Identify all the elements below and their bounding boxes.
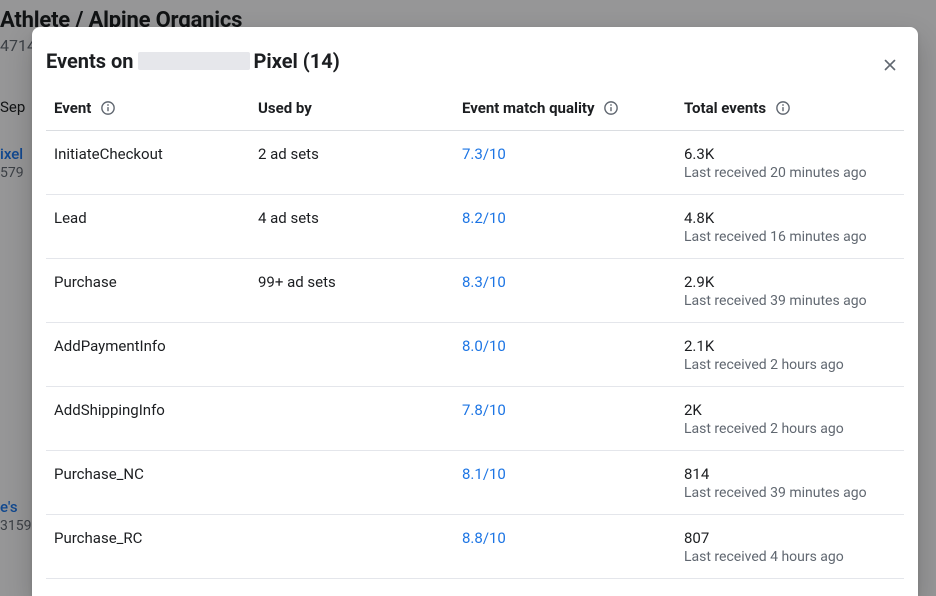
event-name: Purchase_NC — [54, 465, 144, 483]
col-header-emq-label: Event match quality — [462, 99, 595, 117]
col-header-event-label: Event — [54, 99, 91, 117]
total-events-cell: 814 Last received 39 minutes ago — [678, 451, 904, 515]
emq-link[interactable]: 8.1/10 — [462, 465, 506, 483]
used-by-value: 4 ad sets — [258, 209, 319, 227]
events-modal: Events on Pixel (14) Event — [32, 27, 918, 596]
last-received: Last received 20 minutes ago — [684, 165, 898, 181]
modal-title: Events on Pixel (14) — [46, 49, 340, 73]
total-events-cell: 2.1K Last received 2 hours ago — [678, 323, 904, 387]
table-row: Purchase_NC 8.1/10 814 Last received 39 min… — [46, 451, 904, 515]
info-icon[interactable] — [604, 101, 618, 115]
used-by-cell — [252, 323, 456, 387]
last-received: Last received 4 hours ago — [684, 549, 898, 565]
close-button[interactable] — [876, 51, 904, 79]
last-received: Last received 16 minutes ago — [684, 229, 898, 245]
table-row: CompleteRegistration 6.9/1060Last receive… — [46, 579, 904, 596]
table-row: Lead 4 ad sets 8.2/10 4.8K Last received 16 … — [46, 195, 904, 259]
col-header-total-label: Total events — [684, 99, 766, 117]
used-by-value: 2 ad sets — [258, 145, 319, 163]
event-name: InitiateCheckout — [54, 145, 163, 163]
total-count: 2.1K — [684, 337, 898, 355]
total-count: 2K — [684, 401, 898, 419]
total-count: 814 — [684, 465, 898, 483]
event-name-cell: CompleteRegistration — [46, 579, 252, 596]
emq-link[interactable]: 8.8/10 — [462, 529, 506, 547]
modal-scroll-area[interactable]: Event Used by Event match quality — [32, 85, 918, 596]
event-name-cell: Purchase_NC — [46, 451, 252, 515]
table-row: AddPaymentInfo 8.0/10 2.1K Last received 2 … — [46, 323, 904, 387]
used-by-cell: 2 ad sets — [252, 131, 456, 195]
used-by-cell: 4 ad sets — [252, 195, 456, 259]
event-name-cell: AddPaymentInfo — [46, 323, 252, 387]
modal-title-prefix: Events on — [46, 49, 134, 73]
table-row: Purchase 99+ ad sets 8.3/10 2.9K Last receiv… — [46, 259, 904, 323]
last-received: Last received 39 minutes ago — [684, 293, 898, 309]
table-row: Purchase_RC 8.8/10 807 Last received 4 hour… — [46, 515, 904, 579]
col-header-emq: Event match quality — [456, 85, 678, 131]
emq-cell: 7.8/10 — [456, 387, 678, 451]
table-row: AddShippingInfo 7.8/10 2K Last received 2 h… — [46, 387, 904, 451]
used-by-value: 99+ ad sets — [258, 273, 336, 291]
table-row: InitiateCheckout 2 ad sets 7.3/10 6.3K Last … — [46, 131, 904, 195]
event-name-cell: Purchase_RC — [46, 515, 252, 579]
emq-cell: 8.2/10 — [456, 195, 678, 259]
used-by-cell — [252, 387, 456, 451]
emq-cell: 6.9/10 — [456, 579, 678, 596]
event-name-cell: AddShippingInfo — [46, 387, 252, 451]
emq-link[interactable]: 8.2/10 — [462, 209, 506, 227]
last-received: Last received 39 minutes ago — [684, 485, 898, 501]
event-name-cell: Lead — [46, 195, 252, 259]
total-events-cell: 4.8K Last received 16 minutes ago — [678, 195, 904, 259]
used-by-cell — [252, 579, 456, 596]
info-icon[interactable] — [776, 101, 790, 115]
total-events-cell: 807 Last received 4 hours ago — [678, 515, 904, 579]
redacted-pixel-name — [138, 52, 250, 70]
emq-link[interactable]: 8.3/10 — [462, 273, 506, 291]
info-icon[interactable] — [101, 101, 115, 115]
emq-link[interactable]: 7.3/10 — [462, 145, 506, 163]
col-header-event: Event — [46, 85, 252, 131]
used-by-cell: 99+ ad sets — [252, 259, 456, 323]
emq-cell: 8.1/10 — [456, 451, 678, 515]
event-name-cell: Purchase — [46, 259, 252, 323]
table-header-row: Event Used by Event match quality — [46, 85, 904, 131]
used-by-cell — [252, 451, 456, 515]
event-name: Lead — [54, 209, 87, 227]
total-events-cell: 6.3K Last received 20 minutes ago — [678, 131, 904, 195]
event-name: AddShippingInfo — [54, 401, 165, 419]
emq-cell: 8.8/10 — [456, 515, 678, 579]
total-count: 6.3K — [684, 145, 898, 163]
event-name-cell: InitiateCheckout — [46, 131, 252, 195]
emq-link[interactable]: 8.0/10 — [462, 337, 506, 355]
total-count: 4.8K — [684, 209, 898, 227]
modal-title-suffix: Pixel (14) — [254, 49, 340, 73]
col-header-used-by: Used by — [252, 85, 456, 131]
total-events-cell: 2K Last received 2 hours ago — [678, 387, 904, 451]
emq-cell: 8.3/10 — [456, 259, 678, 323]
event-name: Purchase_RC — [54, 529, 142, 547]
emq-link[interactable]: 7.8/10 — [462, 401, 506, 419]
col-header-total: Total events — [678, 85, 904, 131]
used-by-cell — [252, 515, 456, 579]
events-table: Event Used by Event match quality — [46, 85, 904, 596]
last-received: Last received 2 hours ago — [684, 421, 898, 437]
total-count: 2.9K — [684, 273, 898, 291]
event-name: Purchase — [54, 273, 117, 291]
last-received: Last received 2 hours ago — [684, 357, 898, 373]
emq-cell: 8.0/10 — [456, 323, 678, 387]
total-count: 807 — [684, 529, 898, 547]
total-events-cell: 2.9K Last received 39 minutes ago — [678, 259, 904, 323]
event-name: AddPaymentInfo — [54, 337, 166, 355]
table-body: InitiateCheckout 2 ad sets 7.3/10 6.3K Last … — [46, 131, 904, 596]
emq-cell: 7.3/10 — [456, 131, 678, 195]
modal-header: Events on Pixel (14) — [32, 27, 918, 85]
col-header-used-by-label: Used by — [258, 99, 312, 117]
close-icon — [881, 56, 899, 74]
total-events-cell: 60Last received 10 hours ago — [678, 579, 904, 596]
